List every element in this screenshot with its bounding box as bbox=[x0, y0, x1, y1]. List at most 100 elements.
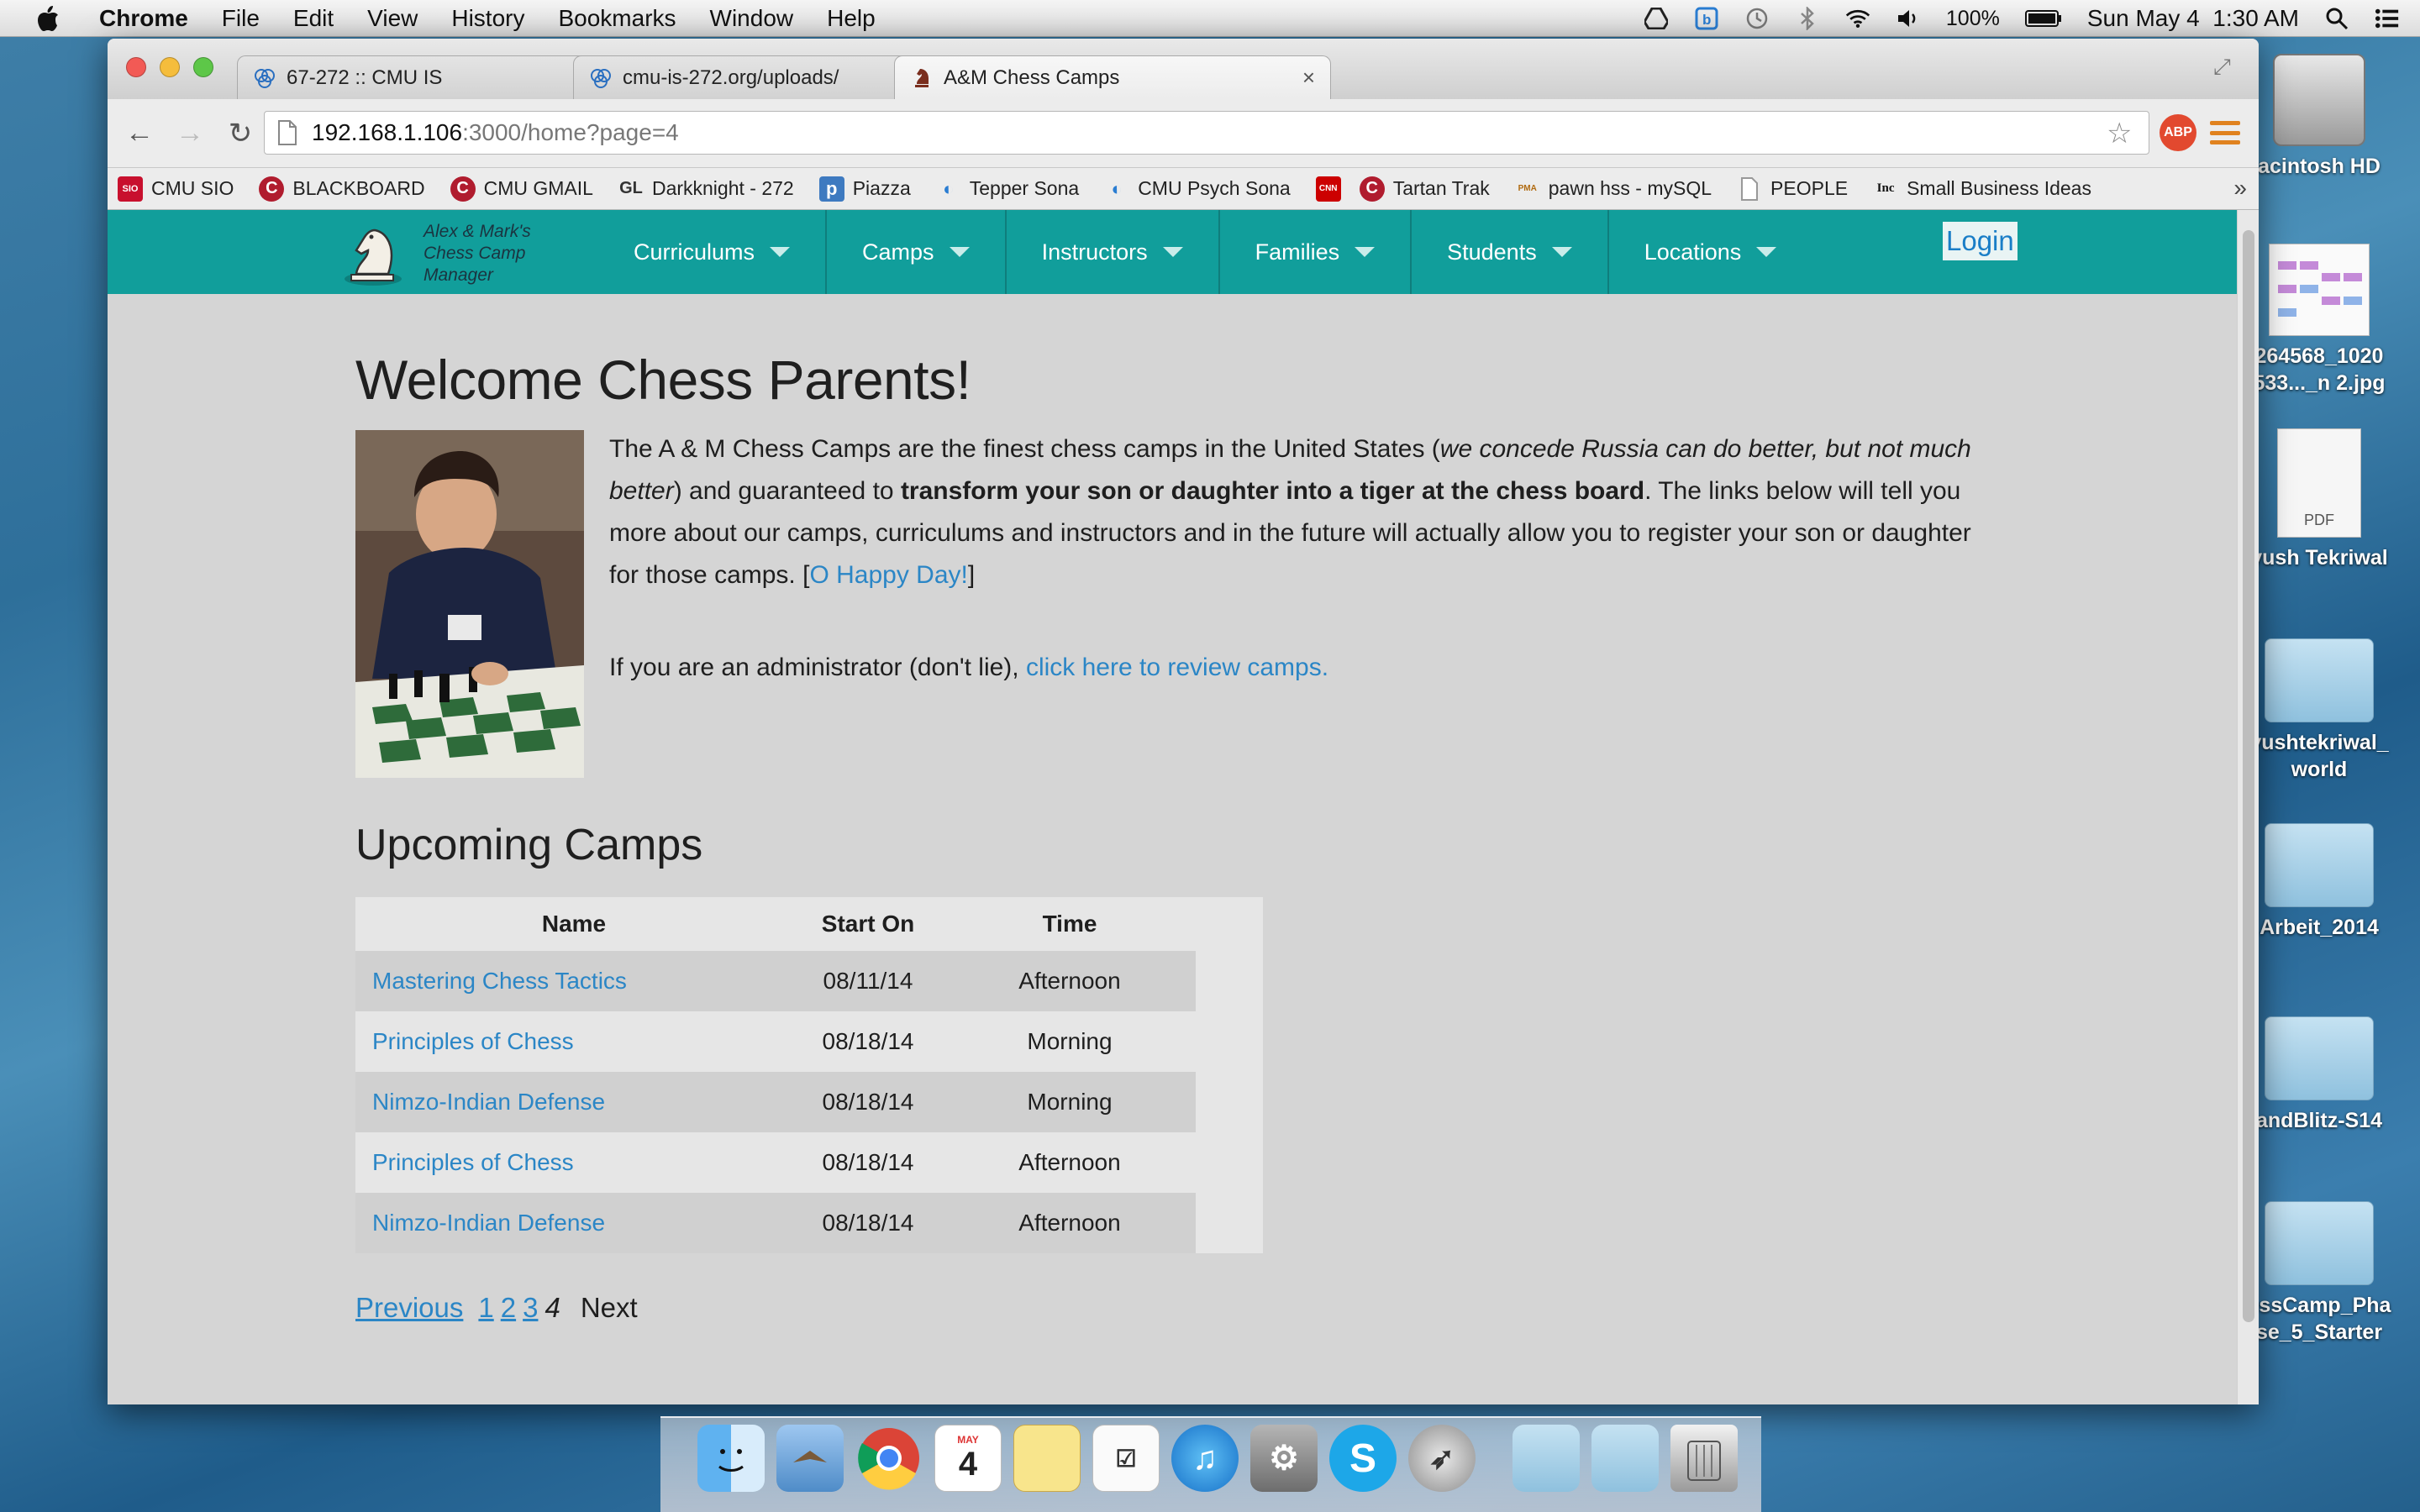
folder-icon bbox=[2265, 823, 2374, 907]
bookmark-people[interactable]: PEOPLE bbox=[1737, 176, 1848, 202]
page-icon bbox=[276, 120, 302, 145]
zoom-window-button[interactable] bbox=[193, 57, 213, 77]
pagination-page-2-link[interactable]: 2 bbox=[501, 1292, 516, 1324]
review-camps-link[interactable]: click here to review camps. bbox=[1026, 654, 1328, 681]
nav-families[interactable]: Families bbox=[1220, 210, 1413, 294]
bookmark-tepper-sona[interactable]: ◐ Tepper Sona bbox=[936, 176, 1079, 202]
bookmark-cmu-gmail[interactable]: C CMU GMAIL bbox=[450, 176, 593, 202]
login-button[interactable]: Login bbox=[1943, 222, 2018, 260]
pagination-previous-link[interactable]: Previous bbox=[355, 1292, 463, 1324]
preview-eagle-icon[interactable] bbox=[776, 1425, 844, 1492]
bluetooth-icon[interactable] bbox=[1795, 6, 1820, 31]
camp-name-link[interactable]: Principles of Chess bbox=[372, 1028, 574, 1054]
bitdefender-icon[interactable]: b bbox=[1694, 6, 1719, 31]
bookmarks-overflow-icon[interactable]: » bbox=[2233, 175, 2247, 202]
nav-students[interactable]: Students bbox=[1412, 210, 1609, 294]
scrollbar-thumb[interactable] bbox=[2243, 230, 2254, 1322]
downloads-folder-icon[interactable] bbox=[1591, 1425, 1659, 1492]
bookmark-pawn-hss[interactable]: PMA pawn hss - mySQL bbox=[1515, 176, 1712, 202]
camp-name-link[interactable]: Principles of Chess bbox=[372, 1149, 574, 1175]
dropdown-caret-icon bbox=[1756, 247, 1777, 257]
chrome-icon[interactable] bbox=[855, 1425, 923, 1492]
camp-start-cell: 08/18/14 bbox=[792, 1072, 944, 1132]
spotlight-search-icon[interactable] bbox=[2324, 6, 2349, 31]
finder-icon[interactable] bbox=[697, 1425, 765, 1492]
camp-start-cell: 08/18/14 bbox=[792, 1193, 944, 1253]
admin-text: If you are an administrator (don't lie), bbox=[609, 654, 1026, 681]
camp-time-cell: Afternoon bbox=[944, 951, 1196, 1011]
wifi-icon[interactable] bbox=[1845, 6, 1870, 31]
camp-name-link[interactable]: Nimzo-Indian Defense bbox=[372, 1210, 605, 1236]
close-tab-icon[interactable]: × bbox=[1302, 65, 1315, 91]
bookmark-cmu-sio[interactable]: SIO CMU SIO bbox=[118, 176, 234, 202]
page-scrollbar[interactable] bbox=[2237, 210, 2259, 1404]
stickies-icon[interactable] bbox=[1013, 1425, 1081, 1492]
trash-icon[interactable] bbox=[1670, 1425, 1738, 1492]
menu-app-name[interactable]: Chrome bbox=[91, 5, 205, 32]
close-window-button[interactable] bbox=[126, 57, 146, 77]
desktop-icon-hard-drive[interactable]: acintosh HD bbox=[2244, 54, 2395, 180]
site-logo[interactable]: Alex & Mark's Chess Camp Manager bbox=[339, 218, 583, 289]
time-machine-icon[interactable] bbox=[1744, 6, 1770, 31]
bookmark-star-icon[interactable]: ☆ bbox=[2107, 118, 2137, 149]
bookmark-cmu-psych-sona[interactable]: ◐ CMU Psych Sona bbox=[1104, 176, 1291, 202]
bookmark-label: Tartan Trak bbox=[1392, 177, 1490, 199]
cmu-c-icon: C bbox=[259, 176, 285, 202]
itunes-icon[interactable]: ♫ bbox=[1171, 1425, 1239, 1492]
calendar-icon[interactable]: MAY 4 bbox=[934, 1425, 1002, 1492]
nav-curriculums[interactable]: Curriculums bbox=[581, 210, 828, 294]
menubar-clock[interactable]: Sun May 4 1:30 AM bbox=[2087, 5, 2299, 32]
volume-icon[interactable] bbox=[1896, 6, 1921, 31]
bookmark-label: Darkknight - 272 bbox=[651, 177, 794, 199]
google-drive-icon[interactable] bbox=[1644, 6, 1669, 31]
desktop-icon-folder[interactable]: andBlitz-S14 bbox=[2244, 1016, 2395, 1134]
reminders-icon[interactable]: ☑ bbox=[1092, 1425, 1160, 1492]
launchpad-rocket-icon[interactable]: ➶ bbox=[1408, 1425, 1476, 1492]
menu-edit[interactable]: Edit bbox=[276, 5, 350, 32]
applications-folder-icon[interactable] bbox=[1512, 1425, 1580, 1492]
address-bar[interactable]: 192.168.1.106:3000/home?page=4 ☆ bbox=[264, 111, 2149, 155]
camp-name-link[interactable]: Mastering Chess Tactics bbox=[372, 968, 627, 994]
menu-window[interactable]: Window bbox=[693, 5, 811, 32]
bookmark-small-business-ideas[interactable]: Inc Small Business Ideas bbox=[1873, 176, 2091, 202]
pagination-page-1-link[interactable]: 1 bbox=[478, 1292, 493, 1324]
menu-file[interactable]: File bbox=[205, 5, 276, 32]
forward-arrow-icon[interactable]: → bbox=[171, 115, 208, 152]
menu-help[interactable]: Help bbox=[810, 5, 892, 32]
bookmark-darkknight[interactable]: GL Darkknight - 272 bbox=[618, 176, 794, 202]
o-happy-day-link[interactable]: O Happy Day! bbox=[809, 561, 967, 589]
camp-name-cell: Principles of Chess bbox=[355, 1132, 792, 1193]
fullscreen-icon[interactable]: ⤢ bbox=[2213, 54, 2240, 81]
desktop-icon-folder[interactable]: yushtekriwal_ world bbox=[2244, 638, 2395, 783]
nav-locations[interactable]: Locations bbox=[1609, 210, 1812, 294]
bookmark-tartan-trak[interactable]: C Tartan Trak bbox=[1359, 176, 1490, 202]
chrome-menu-icon[interactable] bbox=[2210, 118, 2240, 148]
menu-history[interactable]: History bbox=[434, 5, 541, 32]
pagination-page-3-link[interactable]: 3 bbox=[523, 1292, 538, 1324]
back-arrow-icon[interactable]: ← bbox=[121, 115, 158, 152]
desktop-icon-folder[interactable]: essCamp_Pha se_5_Starter bbox=[2244, 1201, 2395, 1346]
desktop-icon-image-file[interactable]: 264568_1020 533..._n 2.jpg bbox=[2244, 244, 2395, 396]
battery-icon[interactable] bbox=[2024, 6, 2062, 31]
bookmark-cnn[interactable]: CNN bbox=[1315, 176, 1349, 202]
nav-instructors[interactable]: Instructors bbox=[1007, 210, 1220, 294]
system-preferences-icon[interactable]: ⚙ bbox=[1250, 1425, 1318, 1492]
table-row: Nimzo-Indian Defense 08/18/14 Afternoon bbox=[355, 1193, 1196, 1253]
bookmark-piazza[interactable]: p Piazza bbox=[818, 176, 911, 202]
menu-view[interactable]: View bbox=[350, 5, 434, 32]
camp-name-link[interactable]: Nimzo-Indian Defense bbox=[372, 1089, 605, 1115]
tab-chess-camps[interactable]: A&M Chess Camps × bbox=[894, 55, 1331, 99]
apple-menu-icon[interactable] bbox=[32, 3, 64, 34]
minimize-window-button[interactable] bbox=[160, 57, 180, 77]
nav-camps[interactable]: Camps bbox=[827, 210, 1007, 294]
notification-center-icon[interactable] bbox=[2375, 6, 2400, 31]
desktop-icon-label: andBlitz-S14 bbox=[2255, 1109, 2383, 1132]
menu-bookmarks[interactable]: Bookmarks bbox=[541, 5, 692, 32]
desktop-icon-folder[interactable]: Arbeit_2014 bbox=[2244, 823, 2395, 941]
gitlab-gl-icon: GL bbox=[619, 179, 643, 197]
skype-icon[interactable]: S bbox=[1329, 1425, 1397, 1492]
bookmark-blackboard[interactable]: C BLACKBOARD bbox=[259, 176, 425, 202]
adblock-plus-icon[interactable]: ABP bbox=[2160, 114, 2196, 151]
reload-icon[interactable]: ↻ bbox=[222, 115, 259, 152]
desktop-icon-pdf[interactable]: PDF yush Tekriwal bbox=[2244, 428, 2395, 571]
